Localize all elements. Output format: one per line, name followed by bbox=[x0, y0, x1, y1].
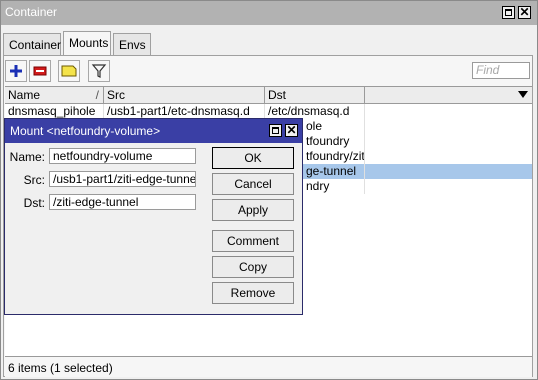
dialog-titlebar[interactable]: Mount <netfoundry-volume> ✕ bbox=[5, 119, 302, 143]
dst-field[interactable]: /ziti-edge-tunnel bbox=[49, 194, 196, 210]
tab-envs[interactable]: Envs bbox=[113, 33, 151, 55]
comment-button[interactable]: Comment bbox=[212, 230, 294, 252]
minus-icon bbox=[33, 66, 47, 76]
window-titlebar[interactable]: Container ✕ bbox=[1, 1, 537, 25]
src-label: Src: bbox=[23, 173, 45, 187]
dialog-title: Mount <netfoundry-volume> bbox=[10, 124, 161, 138]
name-label: Name: bbox=[9, 150, 45, 164]
column-name[interactable]: Name / bbox=[5, 87, 104, 103]
maximize-icon[interactable] bbox=[269, 124, 282, 137]
remove-button[interactable] bbox=[29, 60, 51, 82]
src-field[interactable]: /usb1-part1/ziti-edge-tunnel bbox=[49, 171, 196, 187]
ok-button[interactable]: OK bbox=[212, 147, 294, 169]
tab-mounts[interactable]: Mounts bbox=[63, 31, 111, 56]
close-icon[interactable]: ✕ bbox=[285, 124, 298, 137]
comment-button[interactable] bbox=[58, 60, 80, 82]
column-dst[interactable]: Dst bbox=[265, 87, 365, 103]
find-input[interactable]: Find bbox=[472, 62, 530, 79]
cell-name: dnsmasq_pihole bbox=[5, 104, 104, 119]
mount-dialog: Mount <netfoundry-volume> ✕ Name: netfou… bbox=[4, 118, 303, 315]
cell-src: /usb1-part1/etc-dnsmasq.d bbox=[104, 104, 265, 119]
cancel-button[interactable]: Cancel bbox=[212, 173, 294, 195]
tab-container[interactable]: Container bbox=[3, 33, 61, 55]
maximize-icon[interactable] bbox=[502, 6, 515, 19]
name-field[interactable]: netfoundry-volume bbox=[49, 148, 196, 164]
close-icon[interactable]: ✕ bbox=[518, 6, 531, 19]
table-row[interactable]: dnsmasq_pihole /usb1-part1/etc-dnsmasq.d… bbox=[5, 104, 532, 119]
status-text: 6 items (1 selected) bbox=[8, 361, 113, 375]
cell-dst: ge-tunnel bbox=[303, 164, 365, 179]
window-title: Container bbox=[5, 5, 58, 19]
plus-icon bbox=[10, 65, 22, 77]
comment-icon bbox=[61, 65, 77, 77]
column-menu-icon[interactable] bbox=[518, 91, 528, 98]
column-src[interactable]: Src bbox=[104, 87, 265, 103]
sort-icon: / bbox=[95, 88, 99, 102]
cell-dst: ole bbox=[303, 119, 365, 134]
dst-label: Dst: bbox=[23, 196, 45, 210]
apply-button[interactable]: Apply bbox=[212, 199, 294, 221]
cell-dst: ndry bbox=[303, 179, 365, 194]
cell-dst: tfoundry bbox=[303, 134, 365, 149]
status-bar: 6 items (1 selected) bbox=[5, 356, 532, 377]
filter-icon bbox=[91, 64, 107, 78]
cell-dst: tfoundry/ziti bbox=[303, 149, 365, 164]
table-header: Name / Src Dst bbox=[5, 87, 532, 104]
copy-button[interactable]: Copy bbox=[212, 256, 294, 278]
add-button[interactable] bbox=[5, 60, 27, 82]
filter-button[interactable] bbox=[88, 60, 110, 82]
cell-dst: /etc/dnsmasq.d bbox=[265, 104, 365, 119]
remove-button[interactable]: Remove bbox=[212, 282, 294, 304]
